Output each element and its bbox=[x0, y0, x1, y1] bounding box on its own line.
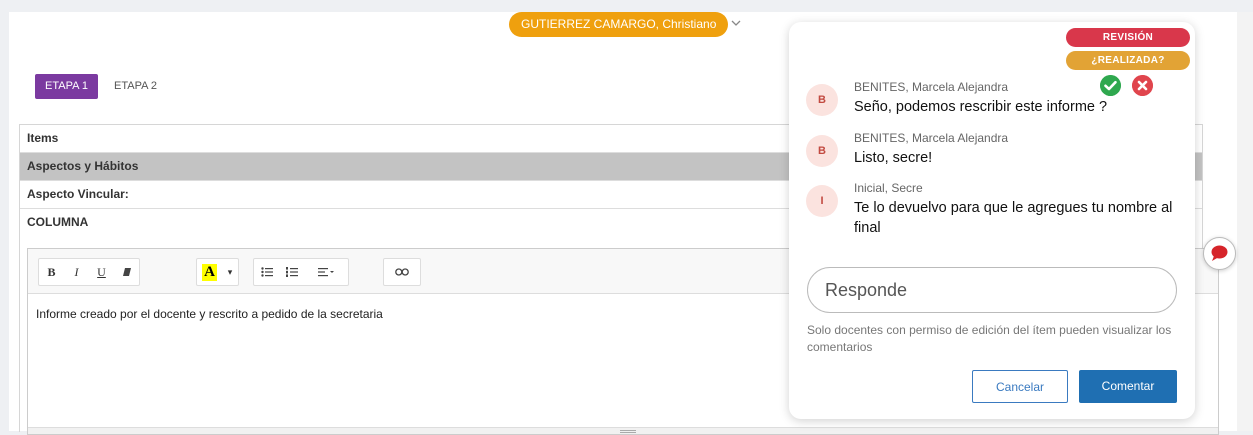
clear-format-button[interactable] bbox=[114, 259, 139, 285]
tab-stage-2[interactable]: ETAPA 2 bbox=[104, 74, 167, 99]
comment-button[interactable]: Comentar bbox=[1079, 370, 1177, 403]
student-name: GUTIERREZ CAMARGO, Christiano bbox=[521, 17, 717, 31]
bold-button[interactable]: B bbox=[39, 259, 64, 285]
list-group bbox=[253, 258, 349, 286]
link-button[interactable] bbox=[384, 259, 420, 285]
align-icon bbox=[318, 268, 334, 277]
reply-input[interactable]: Responde bbox=[807, 267, 1177, 313]
numbered-list-icon bbox=[285, 267, 298, 277]
color-dropdown[interactable]: ▾ bbox=[222, 259, 238, 285]
check-icon[interactable] bbox=[1100, 75, 1121, 96]
comments-panel: REVISIÓN ¿REALIZADA? B BENITES, Marcela … bbox=[789, 22, 1195, 419]
text-color-icon: A bbox=[202, 263, 217, 281]
comment-author: Inicial, Secre bbox=[854, 181, 923, 195]
comment-text: Te lo devuelvo para que le agregues tu n… bbox=[854, 200, 1173, 236]
avatar: B bbox=[806, 135, 838, 167]
bullet-list-button[interactable] bbox=[254, 259, 279, 285]
done-badge[interactable]: ¿REALIZADA? bbox=[1066, 51, 1190, 70]
comment-text: Seño, podemos rescribir este informe ? bbox=[854, 99, 1108, 115]
link-icon bbox=[395, 268, 409, 276]
numbered-list-button[interactable] bbox=[279, 259, 304, 285]
page-scrollbar[interactable] bbox=[1237, 12, 1253, 431]
editor-text[interactable]: Informe creado por el docente y rescrito… bbox=[36, 307, 383, 321]
comment-bubble-icon[interactable] bbox=[1203, 237, 1236, 270]
align-dropdown[interactable] bbox=[304, 259, 348, 285]
visibility-note: Solo docentes con permiso de edición del… bbox=[807, 323, 1172, 354]
student-selector[interactable]: GUTIERREZ CAMARGO, Christiano bbox=[509, 12, 729, 37]
comment-author: BENITES, Marcela Alejandra bbox=[854, 80, 1009, 94]
format-group: B I U bbox=[38, 258, 140, 286]
close-icon[interactable] bbox=[1132, 75, 1153, 96]
bullet-list-icon bbox=[260, 267, 273, 277]
comment-text: Listo, secre! bbox=[854, 150, 933, 166]
eraser-icon bbox=[122, 268, 131, 276]
color-group: A ▾ bbox=[196, 258, 239, 286]
text-color-button[interactable]: A bbox=[197, 259, 222, 285]
avatar: I bbox=[806, 185, 838, 217]
chevron-down-icon[interactable] bbox=[729, 16, 743, 30]
link-group bbox=[383, 258, 421, 286]
underline-button[interactable]: U bbox=[89, 259, 114, 285]
comment-author: BENITES, Marcela Alejandra bbox=[854, 131, 1009, 145]
avatar: B bbox=[806, 84, 838, 116]
revision-badge[interactable]: REVISIÓN bbox=[1066, 28, 1190, 47]
resize-grip-icon bbox=[620, 430, 636, 433]
cancel-button[interactable]: Cancelar bbox=[972, 370, 1068, 403]
italic-button[interactable]: I bbox=[64, 259, 89, 285]
stage-tabs: ETAPA 1 ETAPA 2 bbox=[35, 74, 167, 99]
tab-stage-1[interactable]: ETAPA 1 bbox=[35, 74, 99, 99]
